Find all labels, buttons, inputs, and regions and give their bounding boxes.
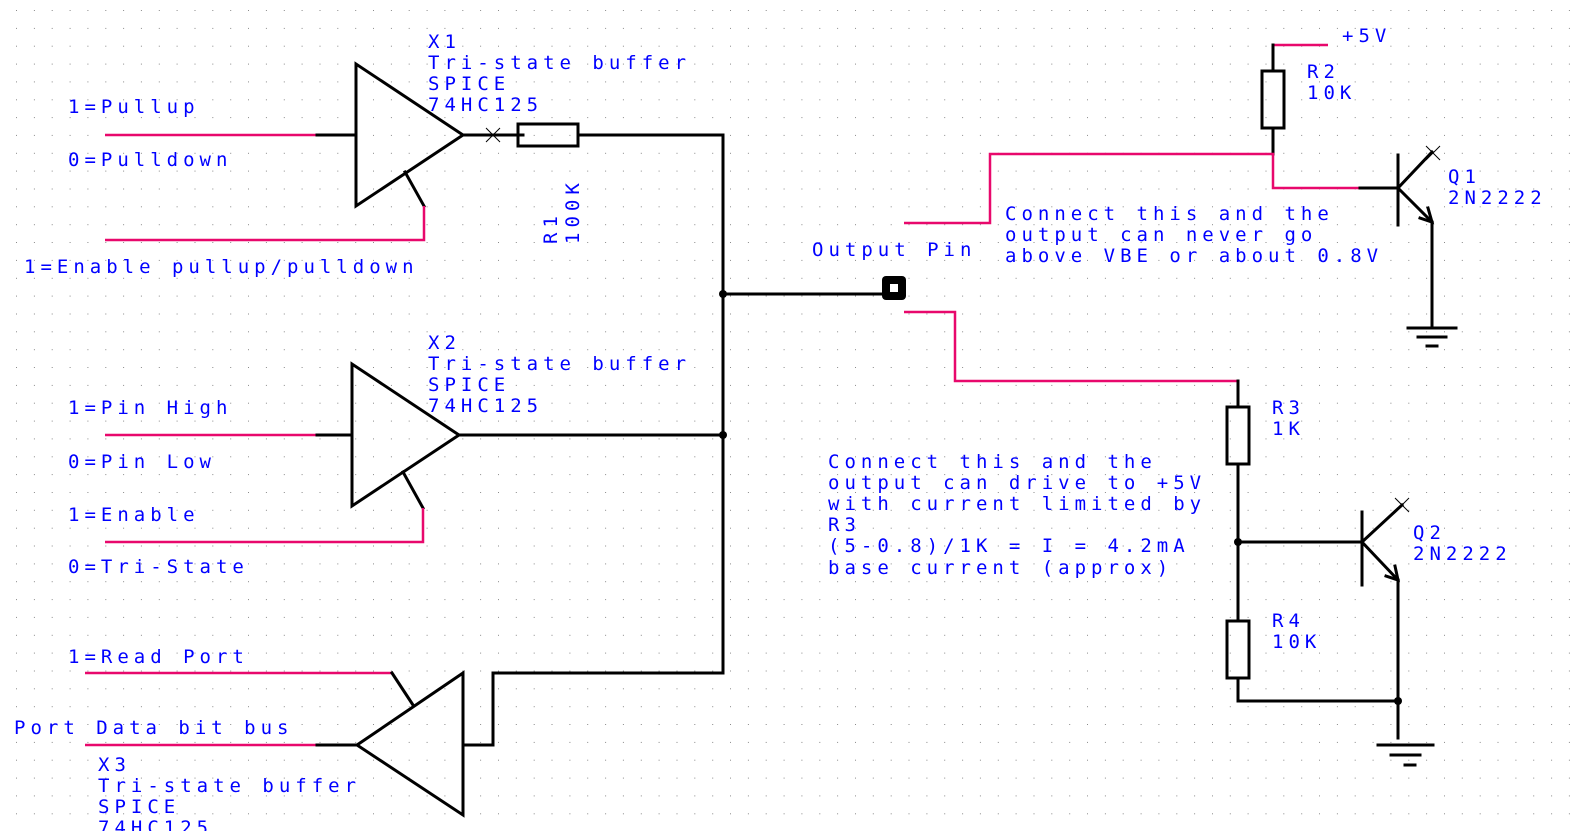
output-pin[interactable]: Output Pin <box>812 239 976 300</box>
ground-icon <box>1376 743 1435 767</box>
junction-dot <box>719 431 727 439</box>
resistor-r3-body <box>1225 405 1251 466</box>
buffer-x3[interactable]: X3 Tri-state buffer SPICE 74HC125 <box>85 433 725 831</box>
resistor-r1[interactable]: R1 100K <box>516 122 725 296</box>
r3-ref: R3 <box>1272 397 1305 419</box>
transistor-q2-emitter <box>1359 539 1401 583</box>
wire-r3-feed <box>904 310 1238 383</box>
output-pin-hole <box>890 284 898 292</box>
r2-value: 10K <box>1307 82 1356 104</box>
note-q2-line: with current limited by <box>828 493 1206 515</box>
q2-ref: Q2 <box>1413 522 1446 544</box>
x3-part: 74HC125 <box>98 817 213 831</box>
pin-x1-enable <box>402 169 427 209</box>
x3-desc: Tri-state buffer <box>98 775 361 797</box>
label-enable-pull: 1=Enable pullup/pulldown <box>24 256 419 278</box>
label-tristate: 0=Tri-State <box>68 556 249 578</box>
x3-model: SPICE <box>98 796 180 818</box>
r2-ref: R2 <box>1307 61 1340 83</box>
pin-x3-enable <box>389 670 416 708</box>
note-q1-line: output can never go <box>1005 224 1317 246</box>
note-q2-line: Connect this and the <box>828 451 1157 473</box>
label-supply: +5V <box>1342 25 1391 47</box>
wire-r4-ground <box>1236 676 1400 703</box>
x1-desc: Tri-state buffer <box>428 52 691 74</box>
x2-ref: X2 <box>428 332 461 354</box>
note-q2-line: R3 <box>828 514 861 536</box>
no-connect-x-icon <box>1425 145 1441 161</box>
x1-part: 74HC125 <box>428 94 543 116</box>
r1-ref: R1 <box>540 211 562 244</box>
note-q1: Connect this and the output can never go… <box>1005 203 1383 267</box>
label-port-data: Port Data bit bus <box>14 717 293 739</box>
label-pulldown: 0=Pulldown <box>68 149 232 171</box>
wire-x1-enable <box>105 206 426 242</box>
note-q2-line: base current (approx) <box>828 557 1173 579</box>
label-pin-low: 0=Pin Low <box>68 451 216 473</box>
x3-ref: X3 <box>98 754 131 776</box>
r4-ref: R4 <box>1272 610 1305 632</box>
note-q2-line: (5-0.8)/1K = I = 4.2mA <box>828 535 1190 557</box>
r3-value: 1K <box>1272 418 1305 440</box>
q2-part: 2N2222 <box>1413 543 1512 565</box>
note-q2-line: output can drive to +5V <box>828 472 1206 494</box>
no-connect-x-icon <box>1394 497 1410 513</box>
x2-model: SPICE <box>428 374 510 396</box>
transistor-q1-emitter <box>1395 185 1435 225</box>
q1-ref: Q1 <box>1448 166 1481 188</box>
schematic-canvas[interactable]: X1 Tri-state buffer SPICE 74HC125 R1 100… <box>0 0 1585 831</box>
resistor-r1-body <box>516 122 580 148</box>
r4-value: 10K <box>1272 631 1321 653</box>
wire-x3-to-bus <box>461 433 725 747</box>
x1-ref: X1 <box>428 31 461 53</box>
note-q2: Connect this and the output can drive to… <box>828 451 1206 579</box>
x2-part: 74HC125 <box>428 395 543 417</box>
label-pullup: 1=Pullup <box>68 96 200 118</box>
pin-x2-enable <box>400 469 426 511</box>
ground-icon <box>1406 326 1458 348</box>
label-output-pin: Output Pin <box>812 239 976 261</box>
wire-r1-to-bus <box>576 133 725 296</box>
label-read-port: 1=Read Port <box>68 646 249 668</box>
r1-value: 100K <box>562 178 584 244</box>
grid-dots <box>16 10 1570 815</box>
resistor-r4-body <box>1225 619 1251 680</box>
buffer-x3-symbol <box>354 670 465 818</box>
circuit-q1[interactable]: +5V R2 10K Q1 2N2222 <box>904 25 1547 348</box>
note-q1-line: above VBE or about 0.8V <box>1005 245 1383 267</box>
q1-part: 2N2222 <box>1448 187 1547 209</box>
x1-model: SPICE <box>428 73 510 95</box>
x2-desc: Tri-state buffer <box>428 353 691 375</box>
label-enable: 1=Enable <box>68 504 200 526</box>
transistor-q1-collector <box>1395 149 1435 191</box>
note-q1-line: Connect this and the <box>1005 203 1334 225</box>
junction-dot <box>1394 697 1402 705</box>
resistor-r2-body <box>1260 69 1286 130</box>
label-pin-high: 1=Pin High <box>68 397 232 419</box>
